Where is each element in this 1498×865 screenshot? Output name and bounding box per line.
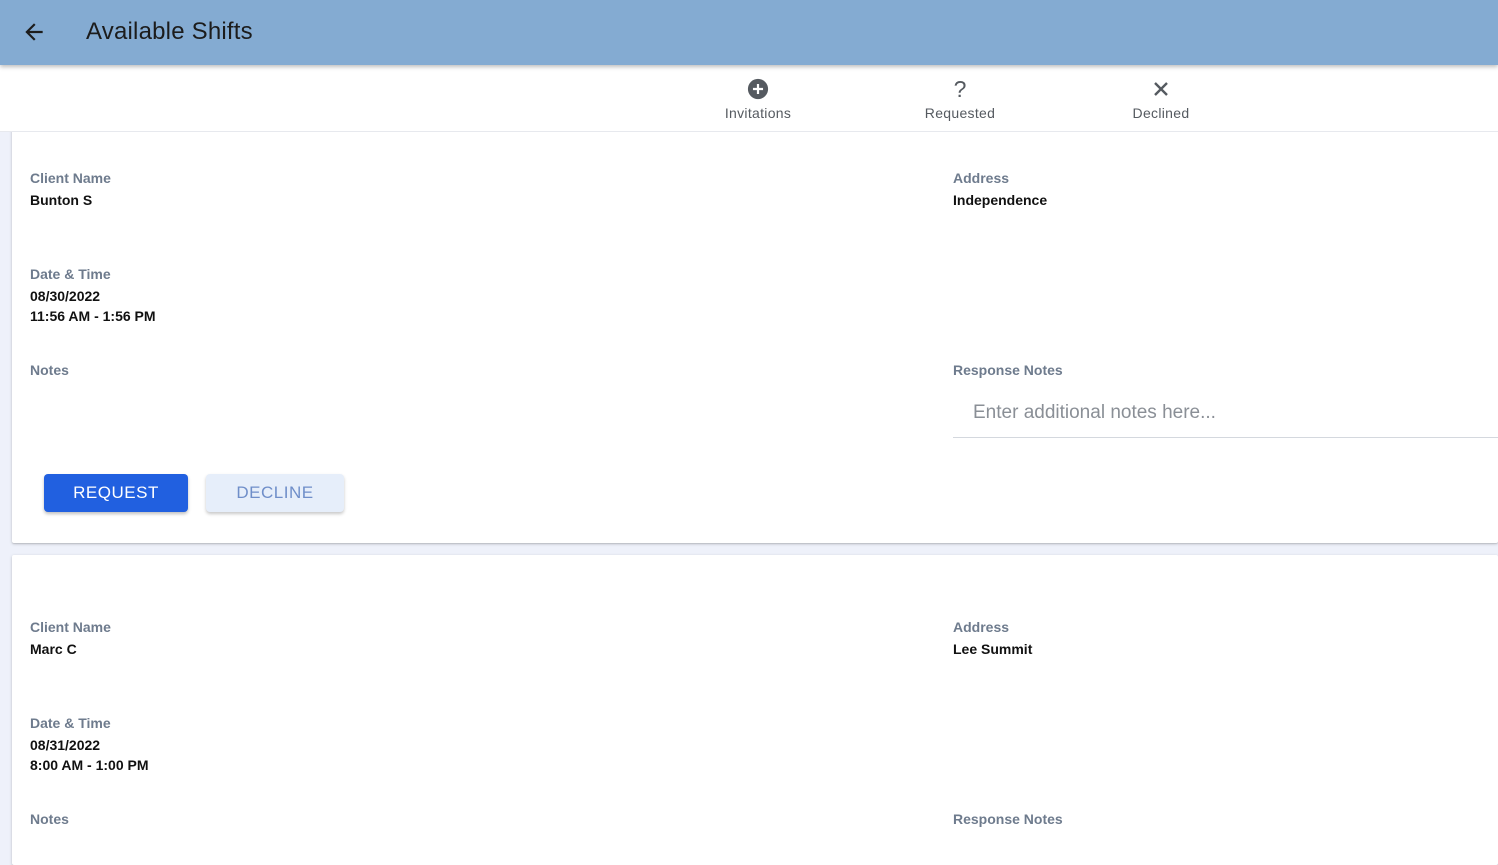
client-name-label: Client Name [30, 170, 111, 186]
tab-requested[interactable]: ? Requested [885, 65, 1035, 132]
tab-invitations[interactable]: Invitations [683, 65, 833, 132]
tab-declined-label: Declined [1132, 105, 1190, 121]
date-time-label: Date & Time [30, 266, 111, 282]
plus-circle-icon [747, 78, 769, 100]
address-field: Address Lee Summit [953, 619, 1032, 659]
tab-requested-label: Requested [924, 105, 996, 121]
tab-invitations-label: Invitations [724, 105, 792, 121]
back-button[interactable] [16, 14, 52, 50]
date-time-field: Date & Time 08/30/2022 11:56 AM - 1:56 P… [30, 266, 156, 326]
client-name-value: Marc C [30, 641, 77, 657]
client-name-field: Client Name Marc C [30, 619, 111, 659]
notes-field: Notes [30, 811, 69, 827]
app-bar: Available Shifts [0, 0, 1498, 65]
notes-label: Notes [30, 811, 69, 827]
address-label: Address [953, 170, 1010, 186]
client-name-value: Bunton S [30, 192, 93, 208]
question-icon: ? [953, 75, 967, 102]
notes-label: Notes [30, 362, 69, 378]
date-value: 08/30/2022 [30, 288, 101, 304]
address-label: Address [953, 619, 1010, 635]
response-notes-label: Response Notes [953, 362, 1063, 378]
date-time-label: Date & Time [30, 715, 111, 731]
response-notes-label: Response Notes [953, 811, 1063, 827]
close-icon [1154, 82, 1168, 96]
response-notes-field: Response Notes [953, 362, 1063, 378]
shift-card: Client Name Bunton S Address Independenc… [12, 112, 1498, 543]
tab-declined[interactable]: Declined [1086, 65, 1236, 132]
time-value: 8:00 AM - 1:00 PM [30, 757, 149, 773]
notes-field: Notes [30, 362, 69, 382]
response-notes-input[interactable] [953, 388, 1498, 438]
address-value: Independence [953, 192, 1048, 208]
client-name-field: Client Name Bunton S [30, 170, 111, 210]
address-field: Address Independence [953, 170, 1047, 210]
tab-bar: Invitations ? Requested Declined [0, 65, 1498, 132]
shift-card: Client Name Marc C Address Lee Summit Da… [12, 555, 1498, 865]
client-name-label: Client Name [30, 619, 111, 635]
request-button[interactable]: REQUEST [44, 474, 188, 512]
arrow-left-icon [25, 23, 43, 41]
time-value: 11:56 AM - 1:56 PM [30, 308, 156, 324]
decline-button[interactable]: DECLINE [206, 474, 344, 512]
date-time-field: Date & Time 08/31/2022 8:00 AM - 1:00 PM [30, 715, 149, 775]
address-value: Lee Summit [953, 641, 1033, 657]
page-title: Available Shifts [86, 18, 253, 45]
response-notes-field: Response Notes [953, 811, 1063, 827]
date-value: 08/31/2022 [30, 737, 101, 753]
